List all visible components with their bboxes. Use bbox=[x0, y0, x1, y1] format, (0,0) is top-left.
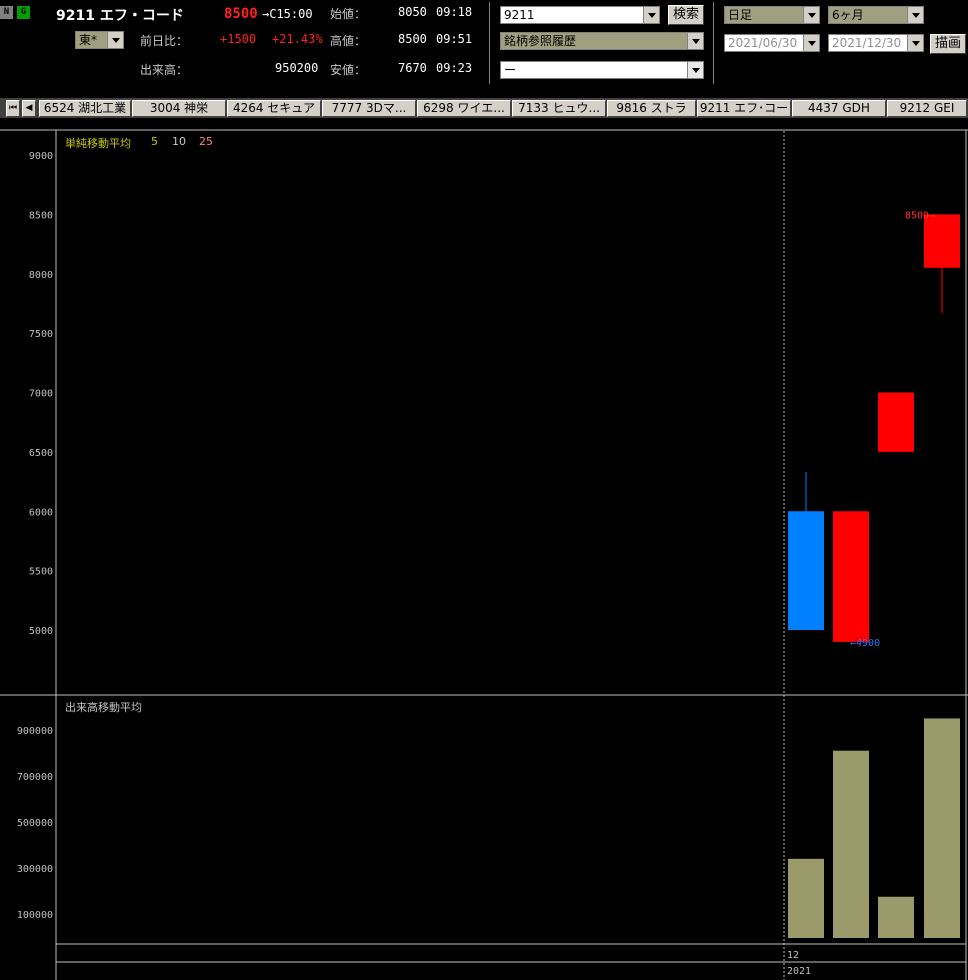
candle-body bbox=[833, 511, 869, 642]
code-search-input[interactable]: 9211 bbox=[500, 6, 660, 24]
candle-body bbox=[924, 214, 960, 268]
candle-body bbox=[878, 392, 914, 452]
market-select[interactable]: 東* bbox=[75, 31, 124, 49]
prev-diff-value: +1500 bbox=[220, 32, 257, 46]
chevron-down-icon[interactable] bbox=[803, 35, 819, 51]
history-tab[interactable]: 9211 エフ･コード bbox=[697, 100, 791, 117]
third-select-value: ー bbox=[504, 63, 517, 77]
price-axis-tick: 8000 bbox=[29, 270, 53, 281]
chevron-down-icon[interactable] bbox=[803, 7, 819, 23]
ma25-label: 25 bbox=[199, 135, 213, 148]
volume-bar bbox=[924, 718, 960, 938]
header-divider bbox=[489, 2, 490, 84]
sma-title: 単純移動平均 bbox=[65, 137, 131, 150]
open-label: 始値： bbox=[330, 7, 367, 21]
date-from-value: 2021/06/30 bbox=[728, 36, 798, 50]
x-axis-year: 2021 bbox=[787, 966, 812, 977]
stock-chart[interactable]: 9000 8500 8000 7500 7000 6500 6000 5500 5000 9000… bbox=[0, 120, 968, 980]
volume-axis-tick: 100000 bbox=[17, 910, 53, 921]
ma10-label: 10 bbox=[172, 135, 186, 148]
history-tab[interactable]: 7133 ヒュウ... bbox=[512, 100, 606, 117]
volume-axis-tick: 300000 bbox=[17, 864, 53, 875]
low-time: 09:23 bbox=[436, 61, 473, 75]
price-axis-tick: 9000 bbox=[29, 151, 53, 162]
chevron-down-icon[interactable] bbox=[107, 32, 123, 48]
n-icon[interactable]: N bbox=[0, 6, 13, 19]
span-select-value: 6ヶ月 bbox=[832, 8, 864, 22]
search-button[interactable]: 検索 bbox=[668, 5, 704, 25]
date-from-field[interactable]: 2021/06/30 bbox=[724, 34, 820, 52]
volume-axis-tick: 700000 bbox=[17, 772, 53, 783]
chevron-down-icon[interactable] bbox=[907, 35, 923, 51]
volume-ma-title: 出来高移動平均 bbox=[65, 701, 142, 714]
header-divider-2 bbox=[713, 2, 714, 84]
candle-body bbox=[788, 511, 824, 630]
low-value: 7670 bbox=[398, 61, 427, 75]
stock-code-name: 9211 エフ・コード bbox=[56, 8, 184, 24]
third-select[interactable]: ー bbox=[500, 61, 704, 79]
open-value: 8050 bbox=[398, 5, 427, 19]
open-time: 09:18 bbox=[436, 5, 473, 19]
high-label: 高値： bbox=[330, 34, 367, 48]
span-select[interactable]: 6ヶ月 bbox=[828, 6, 924, 24]
date-to-field[interactable]: 2021/12/30 bbox=[828, 34, 924, 52]
price-axis-tick: 6500 bbox=[29, 448, 53, 459]
chevron-down-icon[interactable] bbox=[687, 33, 703, 49]
tab-first-button[interactable]: ⏮ bbox=[6, 100, 20, 117]
current-price: 8500 bbox=[224, 6, 258, 22]
volume-bar bbox=[788, 858, 824, 938]
history-tab[interactable]: 9816 ストライ... bbox=[607, 100, 696, 117]
market-select-value: 東* bbox=[79, 33, 98, 47]
low-label: 安値： bbox=[330, 63, 367, 77]
date-to-value: 2021/12/30 bbox=[832, 36, 902, 50]
history-tab[interactable]: 6298 ワイエ... bbox=[417, 100, 511, 117]
volume-axis-tick: 500000 bbox=[17, 818, 53, 829]
history-select-value: 銘柄参照履歴 bbox=[504, 34, 577, 48]
history-tab[interactable]: 9212 GEI bbox=[887, 100, 967, 117]
history-tab[interactable]: 6524 湖北工業 bbox=[39, 100, 131, 117]
ma5-label: 5 bbox=[151, 135, 158, 148]
price-axis-tick: 5000 bbox=[29, 626, 53, 637]
volume-bar bbox=[878, 896, 914, 938]
interval-select[interactable]: 日足 bbox=[724, 6, 820, 24]
price-axis-tick: 8500 bbox=[29, 210, 53, 221]
interval-select-value: 日足 bbox=[728, 8, 753, 22]
history-tab[interactable]: 4437 GDH bbox=[792, 100, 886, 117]
high-value: 8500 bbox=[398, 32, 427, 46]
prev-diff-pct: +21.43% bbox=[272, 32, 323, 46]
tab-prev-button[interactable]: ◀ bbox=[22, 100, 36, 117]
low-price-annotation: ←4900 bbox=[850, 638, 880, 649]
high-time: 09:51 bbox=[436, 32, 473, 46]
g-icon[interactable]: G bbox=[17, 6, 30, 19]
code-search-value: 9211 bbox=[504, 8, 535, 22]
price-axis-tick: 7000 bbox=[29, 389, 53, 400]
prev-diff-label: 前日比： bbox=[140, 34, 189, 48]
history-tab[interactable]: 7777 3Dマ... bbox=[322, 100, 416, 117]
volume-axis-tick: 900000 bbox=[17, 726, 53, 737]
chevron-down-icon[interactable] bbox=[687, 62, 703, 78]
draw-button[interactable]: 描画 bbox=[930, 34, 966, 54]
high-price-annotation: 8500→ bbox=[905, 210, 935, 221]
volume-label: 出来高： bbox=[140, 63, 189, 77]
volume-value: 950200 bbox=[275, 61, 319, 75]
price-axis-tick: 5500 bbox=[29, 567, 53, 578]
chevron-down-icon[interactable] bbox=[907, 7, 923, 23]
history-select[interactable]: 銘柄参照履歴 bbox=[500, 32, 704, 50]
history-tab[interactable]: 3004 神栄 bbox=[132, 100, 226, 117]
price-axis-tick: 7500 bbox=[29, 329, 53, 340]
chevron-down-icon[interactable] bbox=[643, 7, 659, 23]
price-axis-tick: 6000 bbox=[29, 507, 53, 518]
history-tab[interactable]: 4264 セキュア bbox=[227, 100, 321, 117]
volume-bar bbox=[833, 750, 869, 938]
x-axis-month: 12 bbox=[787, 950, 800, 961]
price-time: →C15:00 bbox=[262, 7, 313, 21]
